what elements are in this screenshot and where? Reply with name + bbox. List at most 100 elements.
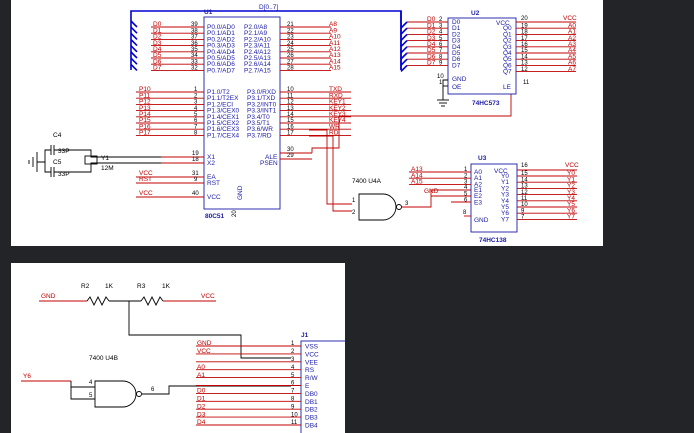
j1-pin-label: DB2: [305, 407, 318, 414]
u4b-in2: 5: [89, 393, 93, 399]
j1-pin-label: DB1: [305, 399, 318, 406]
r3-ref: R3: [137, 283, 146, 290]
u3-out-num: 14: [521, 177, 528, 183]
u1-port3-group: P3.0/RXD 10 TXDP3.1/TXD 11 RXDP3.2/INT0 12 KEY…: [247, 86, 351, 139]
u4a-nand-body: [358, 193, 397, 221]
j1-pin-label: R/W: [305, 375, 319, 382]
u2-oe-num: 1: [439, 80, 443, 86]
u1-p3-num: 17: [287, 131, 294, 137]
schematic-main-panel: D[0..7] U1 80C51 D0 39 P0.0/AD0 D1 38 P0.1/AD…: [11, 0, 603, 246]
gnd-num: 20: [232, 210, 238, 217]
u2-le-num: 11: [523, 80, 530, 86]
main-schematic-svg: D[0..7] U1 80C51 D0 39 P0.0/AD0D1 38 P0.1/AD…: [28, 4, 579, 244]
u1-p2-num: 21: [287, 22, 294, 28]
j1-pin-label: VSS: [305, 344, 319, 351]
u3-enable-num: 5: [464, 191, 468, 197]
u2-out-num: 17: [521, 36, 528, 42]
psen-num: 29: [287, 153, 294, 159]
r2-resistor: [86, 295, 110, 307]
u4a-label: 7400 U4A: [352, 178, 382, 185]
j1-net: A0: [197, 364, 205, 371]
u2-part: 74HC573: [472, 100, 500, 107]
u3-in-net: A15: [411, 179, 423, 186]
u2-oe-pin: OE: [452, 84, 462, 91]
u1-p2-num: 25: [287, 47, 294, 53]
c4-val: 33P: [58, 148, 70, 155]
u1-p0-num: 35: [191, 47, 198, 53]
u4a-in2: 2: [352, 210, 356, 216]
u2-out-net: A7: [568, 66, 576, 73]
r3-resistor: [140, 295, 164, 307]
j1-net: D4: [197, 419, 206, 426]
u1-p2-num: 27: [287, 59, 294, 65]
u3-gnd-net: GND: [424, 188, 439, 195]
u1-p2-num: 28: [287, 66, 294, 72]
j1-net: D3: [197, 411, 206, 418]
j1-pin-label: RS: [305, 367, 315, 374]
schematic-lcd-panel: GND VCC R2 1K R3 1K 7400 U4B Y6 4 5 6 J1…: [11, 263, 345, 433]
u2-out-num: 12: [521, 67, 528, 73]
j1-net: GND: [197, 340, 212, 347]
u4a-bubble: [396, 204, 402, 210]
u2-ref: U2: [471, 10, 480, 17]
vcc-net: VCC: [139, 190, 153, 197]
r2-val: 1K: [105, 283, 114, 290]
u3-enable-num: 6: [464, 198, 468, 204]
u1-p2-num: 24: [287, 41, 294, 47]
u1-p3-num: 13: [287, 106, 294, 112]
j1-pin-label: DB0: [305, 391, 318, 398]
u1-p0-num: 34: [191, 53, 198, 59]
u3-gnd-pin: GND: [474, 217, 489, 224]
j1-pin-num: 11: [291, 420, 298, 426]
u2-out-num: 19: [521, 23, 528, 29]
rst-num: 9: [194, 177, 198, 183]
u2-out-pin: Q7: [503, 69, 512, 76]
u3-out-num: 13: [521, 184, 528, 190]
j1-pin-label: DB3: [305, 415, 318, 422]
rst-net: RST: [139, 176, 152, 183]
r2-ref: R2: [81, 283, 90, 290]
u1-port0-group: D0 39 P0.0/AD0D1 38 P0.1/AD1D2 37 P0.2/AD2D3 36…: [130, 20, 235, 74]
u4b-label: 7400 U4B: [89, 355, 118, 362]
u2-le-pin: LE: [503, 84, 512, 91]
u1-p2-pin: P2.7/A15: [244, 67, 271, 74]
lcd-schematic-svg: GND VCC R2 1K R3 1K 7400 U4B Y6 4 5 6 J1…: [21, 283, 345, 433]
u3-out-num: 10: [521, 202, 528, 208]
u3-ref: U3: [478, 155, 487, 162]
u1-p0-num: 32: [191, 66, 198, 72]
u1-p0-pin: P0.7/AD7: [207, 67, 235, 74]
u3-vcc-net: VCC: [565, 162, 579, 169]
u4b-in-net: Y6: [23, 373, 31, 380]
u1-p3-num: 16: [287, 124, 294, 130]
j1-net: D0: [197, 388, 206, 395]
j1-pin-label: DB4: [305, 423, 318, 430]
u1-p0-net: D7: [153, 65, 162, 72]
x2-pin: X2: [207, 160, 215, 167]
u1-p0-num: 38: [191, 28, 198, 34]
r-gnd-net: GND: [41, 293, 56, 300]
u3-gnd-num: 8: [463, 210, 467, 216]
u2-inputs: D0 2 D0D1 3 D1D2 4 D2D3 5 D3D4 6 D4D5 7 D5D6 8 D6D7 9 D7: [400, 16, 461, 72]
c4-ref: C4: [53, 132, 62, 139]
u1-p3-num: 12: [287, 100, 294, 106]
u2-vcc-net: VCC: [563, 15, 577, 22]
j1-net: VCC: [197, 348, 211, 355]
j1-pin-label: E: [305, 383, 310, 390]
u1-p0-num: 39: [191, 22, 198, 28]
u3-vcc-num: 16: [521, 163, 528, 169]
u1-ref: U1: [204, 9, 213, 16]
u3-out-num: 12: [521, 190, 528, 196]
u1-p3-num: 10: [287, 87, 294, 93]
u1-p1-net: P17: [139, 130, 151, 137]
u1-port1-group: P10 1 P1.0/T2P11 2 P1.1/T2EXP12 3 P1.2/ECIP13 4…: [136, 86, 240, 139]
j1-pin-label: VEE: [305, 359, 319, 366]
wr-wire: [309, 129, 352, 205]
y1-ref: Y1: [101, 155, 109, 162]
u1-p0-num: 37: [191, 35, 198, 41]
rst-pin: RST: [207, 180, 220, 187]
u1-p1-pin: P1.7/CEX4: [207, 132, 240, 139]
u1-p3-num: 15: [287, 118, 294, 124]
u1-p0-num: 36: [191, 41, 198, 47]
u3-out-num: 11: [521, 196, 528, 202]
u2-out-num: 15: [521, 48, 528, 54]
